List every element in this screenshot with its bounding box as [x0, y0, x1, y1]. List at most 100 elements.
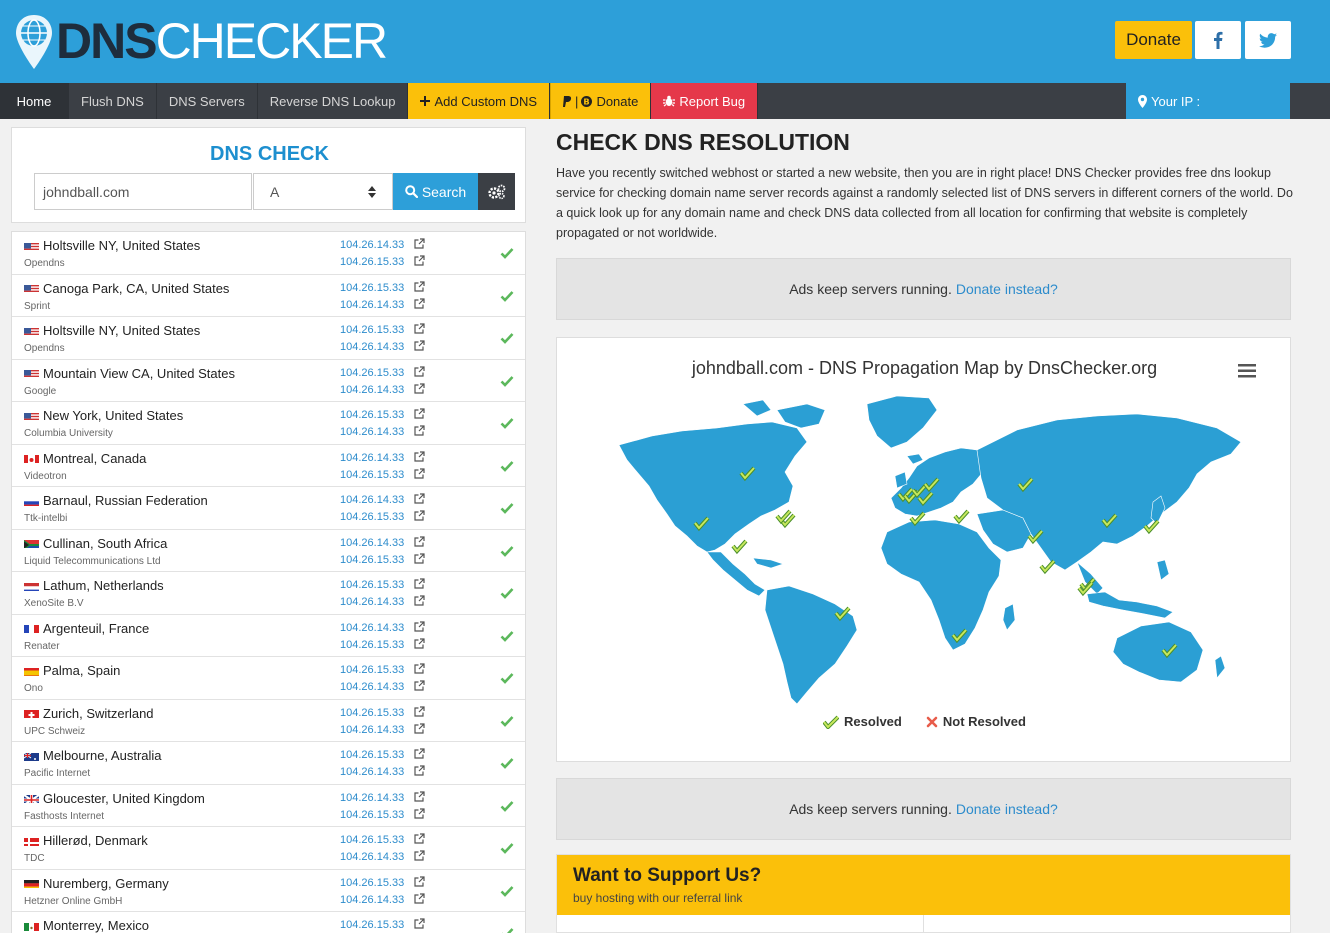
external-link-icon[interactable] [414, 850, 425, 864]
result-ip[interactable]: 104.26.15.33 [340, 552, 425, 567]
chart-menu-button[interactable] [1238, 364, 1256, 383]
result-ip[interactable]: 104.26.15.33 [340, 408, 425, 422]
nav-flush-dns[interactable]: Flush DNS [69, 83, 157, 119]
external-link-icon[interactable] [414, 408, 425, 422]
nav-report-bug[interactable]: Report Bug [651, 83, 759, 119]
dns-result-row[interactable]: Argenteuil, France Renater 104.26.14.33 104… [12, 615, 525, 657]
external-link-icon[interactable] [414, 807, 425, 822]
dns-result-row[interactable]: Melbourne, Australia Pacific Internet 104.… [12, 742, 525, 785]
external-link-icon[interactable] [414, 255, 425, 269]
external-link-icon[interactable] [414, 323, 425, 337]
external-link-icon[interactable] [414, 450, 425, 465]
external-link-icon[interactable] [414, 552, 425, 567]
external-link-icon[interactable] [414, 918, 425, 932]
nav-home[interactable]: Home [0, 83, 69, 119]
external-link-icon[interactable] [414, 875, 425, 890]
dns-result-row[interactable]: New York, United States Columbia Universi… [12, 402, 525, 445]
external-link-icon[interactable] [414, 510, 425, 524]
nav-add-custom-dns[interactable]: Add Custom DNS [408, 83, 551, 119]
map-resolved-marker[interactable] [731, 539, 748, 555]
dns-result-row[interactable]: Canoga Park, CA, United States Sprint 104.… [12, 275, 525, 317]
external-link-icon[interactable] [414, 722, 425, 737]
search-button[interactable]: Search [393, 173, 478, 210]
dns-result-row[interactable]: Gloucester, United Kingdom Fasthosts Inte… [12, 785, 525, 827]
external-link-icon[interactable] [414, 340, 425, 354]
external-link-icon[interactable] [414, 680, 425, 694]
world-map[interactable] [557, 338, 1291, 762]
result-ip[interactable]: 104.26.15.33 [340, 365, 425, 380]
dns-result-row[interactable]: Palma, Spain Ono 104.26.15.33 104.26.14.33 [12, 657, 525, 700]
external-link-icon[interactable] [414, 535, 425, 550]
result-ip[interactable]: 104.26.15.33 [340, 323, 425, 337]
twitter-button[interactable] [1245, 21, 1291, 59]
result-ip[interactable]: 104.26.14.33 [340, 450, 425, 465]
external-link-icon[interactable] [414, 382, 425, 397]
dns-result-row[interactable]: Lathum, Netherlands XenoSite B.V 104.26.15… [12, 572, 525, 615]
dns-result-row[interactable]: Barnaul, Russian Federation Ttk-intelbi 10… [12, 487, 525, 530]
result-ip[interactable]: 104.26.14.33 [340, 595, 425, 609]
dns-result-row[interactable]: Mountain View CA, United States Google 104… [12, 360, 525, 402]
result-ip[interactable]: 104.26.14.33 [340, 790, 425, 805]
result-ip[interactable]: 104.26.14.33 [340, 850, 425, 864]
facebook-button[interactable] [1195, 21, 1241, 59]
result-ip[interactable]: 104.26.14.33 [340, 892, 425, 907]
dns-result-row[interactable]: Holtsville NY, United States Opendns 104.2… [12, 317, 525, 360]
external-link-icon[interactable] [414, 297, 425, 312]
result-ip[interactable]: 104.26.15.33 [340, 833, 425, 847]
domain-input[interactable]: johndball.com [34, 173, 252, 210]
dns-result-row[interactable]: Montreal, Canada Videotron 104.26.14.33 104… [12, 445, 525, 487]
result-ip[interactable]: 104.26.15.33 [340, 748, 425, 762]
site-logo[interactable]: DNSCHECKER [14, 10, 388, 72]
result-ip[interactable]: 104.26.14.33 [340, 535, 425, 550]
dns-result-row[interactable]: Nuremberg, Germany Hetzner Online GmbH 104… [12, 870, 525, 912]
external-link-icon[interactable] [414, 765, 425, 779]
external-link-icon[interactable] [414, 595, 425, 609]
dns-result-row[interactable]: Holtsville NY, United States Opendns 104.2… [12, 232, 525, 275]
external-link-icon[interactable] [414, 637, 425, 652]
nav-dns-servers[interactable]: DNS Servers [157, 83, 258, 119]
external-link-icon[interactable] [414, 790, 425, 805]
dns-result-row[interactable]: Hillerød, Denmark TDC 104.26.15.33 104.26.1… [12, 827, 525, 870]
external-link-icon[interactable] [414, 578, 425, 592]
result-ip[interactable]: 104.26.15.33 [340, 807, 425, 822]
external-link-icon[interactable] [414, 892, 425, 907]
legend-not-resolved[interactable]: Not Resolved [926, 714, 1026, 729]
record-type-select[interactable]: A [253, 173, 393, 210]
result-ip[interactable]: 104.26.14.33 [340, 238, 425, 252]
legend-resolved[interactable]: Resolved [823, 714, 902, 729]
map-resolved-marker[interactable] [1039, 559, 1056, 575]
donate-instead-link[interactable]: Donate instead? [956, 281, 1058, 297]
map-resolved-marker[interactable] [953, 509, 970, 525]
external-link-icon[interactable] [414, 238, 425, 252]
external-link-icon[interactable] [414, 620, 425, 635]
external-link-icon[interactable] [414, 833, 425, 847]
donate-instead-link[interactable]: Donate instead? [956, 801, 1058, 817]
result-ip[interactable]: 104.26.15.33 [340, 663, 425, 677]
external-link-icon[interactable] [414, 280, 425, 295]
result-ip[interactable]: 104.26.14.33 [340, 722, 425, 737]
result-ip[interactable]: 104.26.14.33 [340, 382, 425, 397]
external-link-icon[interactable] [414, 748, 425, 762]
result-ip[interactable]: 104.26.14.33 [340, 297, 425, 312]
result-ip[interactable]: 104.26.14.33 [340, 765, 425, 779]
result-ip[interactable]: 104.26.15.33 [340, 875, 425, 890]
result-ip[interactable]: 104.26.14.33 [340, 340, 425, 354]
external-link-icon[interactable] [414, 425, 425, 439]
result-ip[interactable]: 104.26.14.33 [340, 425, 425, 439]
result-ip[interactable]: 104.26.14.33 [340, 680, 425, 694]
dns-result-row[interactable]: Zurich, Switzerland UPC Schweiz 104.26.15.… [12, 700, 525, 742]
settings-button[interactable] [478, 173, 515, 210]
external-link-icon[interactable] [414, 493, 425, 507]
external-link-icon[interactable] [414, 467, 425, 482]
external-link-icon[interactable] [414, 663, 425, 677]
external-link-icon[interactable] [414, 705, 425, 720]
result-ip[interactable]: 104.26.14.33 [340, 493, 425, 507]
result-ip[interactable]: 104.26.15.33 [340, 280, 425, 295]
nav-reverse-dns[interactable]: Reverse DNS Lookup [258, 83, 409, 119]
dns-result-row[interactable]: Cullinan, South Africa Liquid Telecommuni… [12, 530, 525, 572]
nav-donate[interactable]: | B Donate [550, 83, 652, 119]
result-ip[interactable]: 104.26.15.33 [340, 255, 425, 269]
header-donate-button[interactable]: Donate [1115, 21, 1192, 59]
result-ip[interactable]: 104.26.14.33 [340, 620, 425, 635]
external-link-icon[interactable] [414, 365, 425, 380]
